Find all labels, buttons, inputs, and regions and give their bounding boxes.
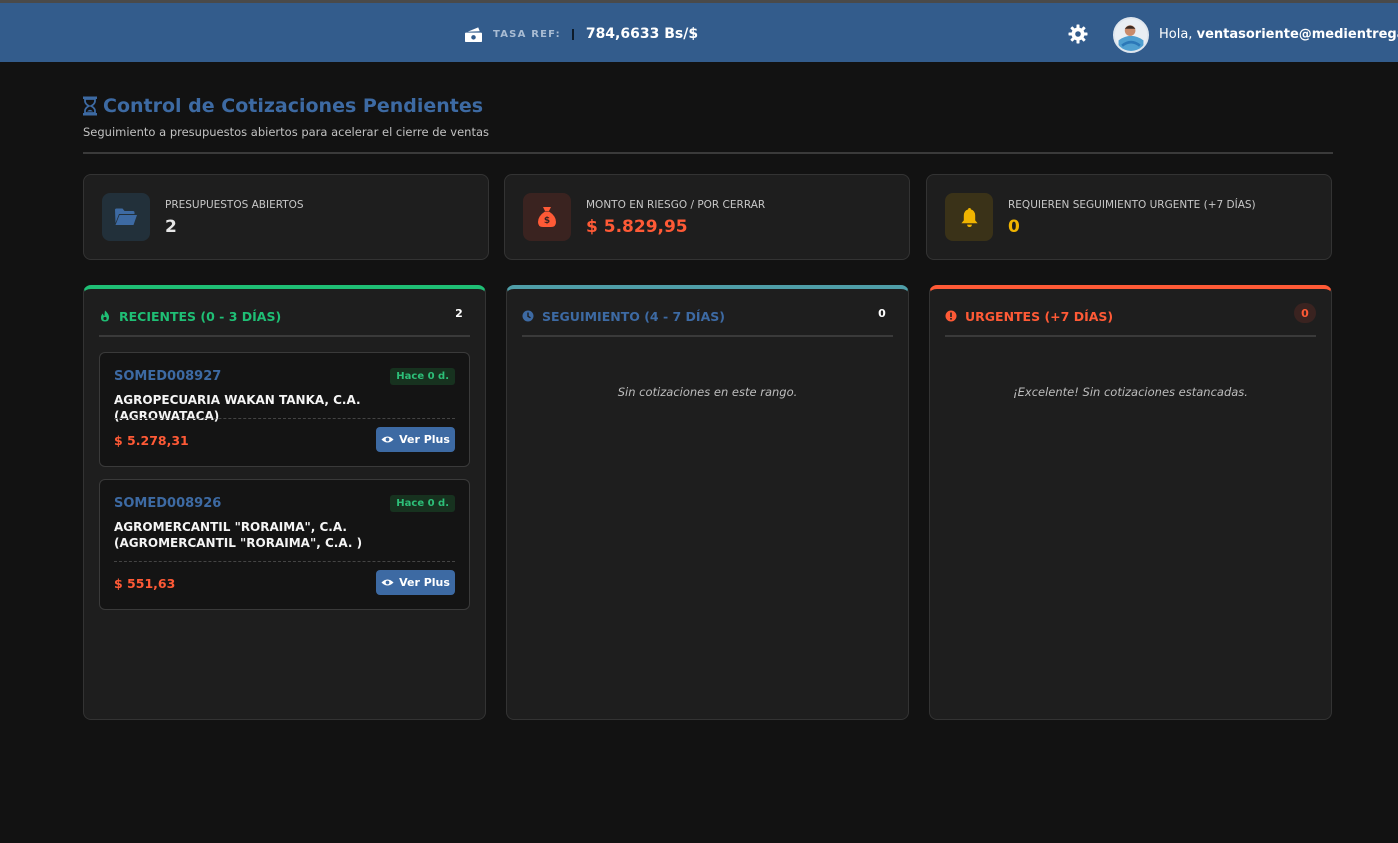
money-bill-icon xyxy=(465,26,482,42)
clock-icon xyxy=(522,310,534,322)
stat-label: MONTO EN RIESGO / POR CERRAR xyxy=(586,199,766,211)
rate-label: TASA REF: xyxy=(493,28,561,40)
rate-value: 784,6633 Bs/$ xyxy=(585,26,699,42)
user-email[interactable]: ventasoriente@medientregas.n xyxy=(1197,27,1398,42)
page-title-text: Control de Cotizaciones Pendientes xyxy=(103,95,484,117)
column-header: RECIENTES (0 - 3 DÍAS) 2 xyxy=(99,307,470,337)
stat-card-open-quotes: PRESUPUESTOS ABIERTOS 2 xyxy=(83,174,489,260)
stat-value: 0 xyxy=(1008,217,1020,237)
ver-plus-button[interactable]: Ver Plus xyxy=(376,427,455,452)
column-urgentes: URGENTES (+7 DÍAS) 0 ¡Excelente! Sin cot… xyxy=(929,285,1332,720)
svg-text:$: $ xyxy=(544,216,550,226)
stat-icon-box xyxy=(945,193,993,241)
card-divider xyxy=(114,561,455,562)
user-greeting: Hola, ventasoriente@medientregas.n xyxy=(1159,27,1398,42)
avatar-image xyxy=(1115,19,1147,51)
card-divider xyxy=(114,418,455,419)
stat-card-urgent-followup: REQUIEREN SEGUIMIENTO URGENTE (+7 DÍAS) … xyxy=(926,174,1332,260)
top-navbar: TASA REF: 784,6633 Bs/$ Hola, ventasorie… xyxy=(0,0,1398,62)
quote-card[interactable]: SOMED008927 Hace 0 d. AGROPECUARIA WAKAN… xyxy=(99,352,470,467)
bell-icon xyxy=(960,207,978,227)
stat-value: $ 5.829,95 xyxy=(586,217,688,237)
stat-icon-box xyxy=(102,193,150,241)
empty-state-message: Sin cotizaciones en este rango. xyxy=(617,385,798,399)
quote-amount: $ 551,63 xyxy=(114,576,176,591)
quote-client: AGROMERCANTIL "RORAIMA", C.A. (AGROMERCA… xyxy=(114,520,363,550)
stat-label: REQUIEREN SEGUIMIENTO URGENTE (+7 DÍAS) xyxy=(1008,199,1256,211)
stat-card-amount-at-risk: $ MONTO EN RIESGO / POR CERRAR $ 5.829,9… xyxy=(504,174,910,260)
quote-amount: $ 5.278,31 xyxy=(114,433,189,448)
greeting-prefix: Hola, xyxy=(1159,27,1193,42)
quote-code[interactable]: SOMED008927 xyxy=(114,369,221,384)
ver-plus-label: Ver Plus xyxy=(399,433,450,446)
hourglass-icon xyxy=(83,96,97,116)
fire-icon xyxy=(100,310,110,322)
money-bag-icon: $ xyxy=(538,207,556,227)
ver-plus-button[interactable]: Ver Plus xyxy=(376,570,455,595)
eye-icon xyxy=(381,436,394,443)
quote-client: AGROPECUARIA WAKAN TANKA, C.A. (AGROWATA… xyxy=(114,393,361,423)
page-title: Control de Cotizaciones Pendientes xyxy=(82,95,483,117)
user-avatar[interactable] xyxy=(1113,17,1149,53)
column-title: RECIENTES (0 - 3 DÍAS) xyxy=(119,308,282,324)
gear-icon[interactable] xyxy=(1068,24,1088,44)
ver-plus-label: Ver Plus xyxy=(399,576,450,589)
column-header: SEGUIMIENTO (4 - 7 DÍAS) 0 xyxy=(522,307,893,337)
column-title: SEGUIMIENTO (4 - 7 DÍAS) xyxy=(542,308,725,324)
quote-age-badge: Hace 0 d. xyxy=(390,495,455,512)
column-recientes: RECIENTES (0 - 3 DÍAS) 2 SOMED008927 Hac… xyxy=(83,285,486,720)
column-seguimiento: SEGUIMIENTO (4 - 7 DÍAS) 0 Sin cotizacio… xyxy=(506,285,909,720)
exclamation-circle-icon xyxy=(945,310,957,322)
column-count-badge: 0 xyxy=(1294,303,1316,323)
column-count-badge: 2 xyxy=(455,306,463,320)
exchange-rate: TASA REF: 784,6633 Bs/$ xyxy=(464,23,698,45)
stat-label: PRESUPUESTOS ABIERTOS xyxy=(165,199,304,211)
eye-icon xyxy=(381,579,394,586)
stat-value: 2 xyxy=(165,217,177,237)
title-divider xyxy=(83,152,1333,154)
column-count-badge: 0 xyxy=(878,306,886,320)
page-subtitle: Seguimiento a presupuestos abiertos para… xyxy=(83,125,489,139)
quote-card[interactable]: SOMED008926 Hace 0 d. AGROMERCANTIL "ROR… xyxy=(99,479,470,610)
stat-icon-box: $ xyxy=(523,193,571,241)
empty-state-message: ¡Excelente! Sin cotizaciones estancadas. xyxy=(1013,385,1248,399)
column-title: URGENTES (+7 DÍAS) xyxy=(965,308,1114,324)
quote-age-badge: Hace 0 d. xyxy=(390,368,455,385)
folder-open-icon xyxy=(115,208,137,225)
column-header: URGENTES (+7 DÍAS) 0 xyxy=(945,303,1316,337)
quote-code[interactable]: SOMED008926 xyxy=(114,496,221,511)
rate-separator xyxy=(571,28,574,40)
